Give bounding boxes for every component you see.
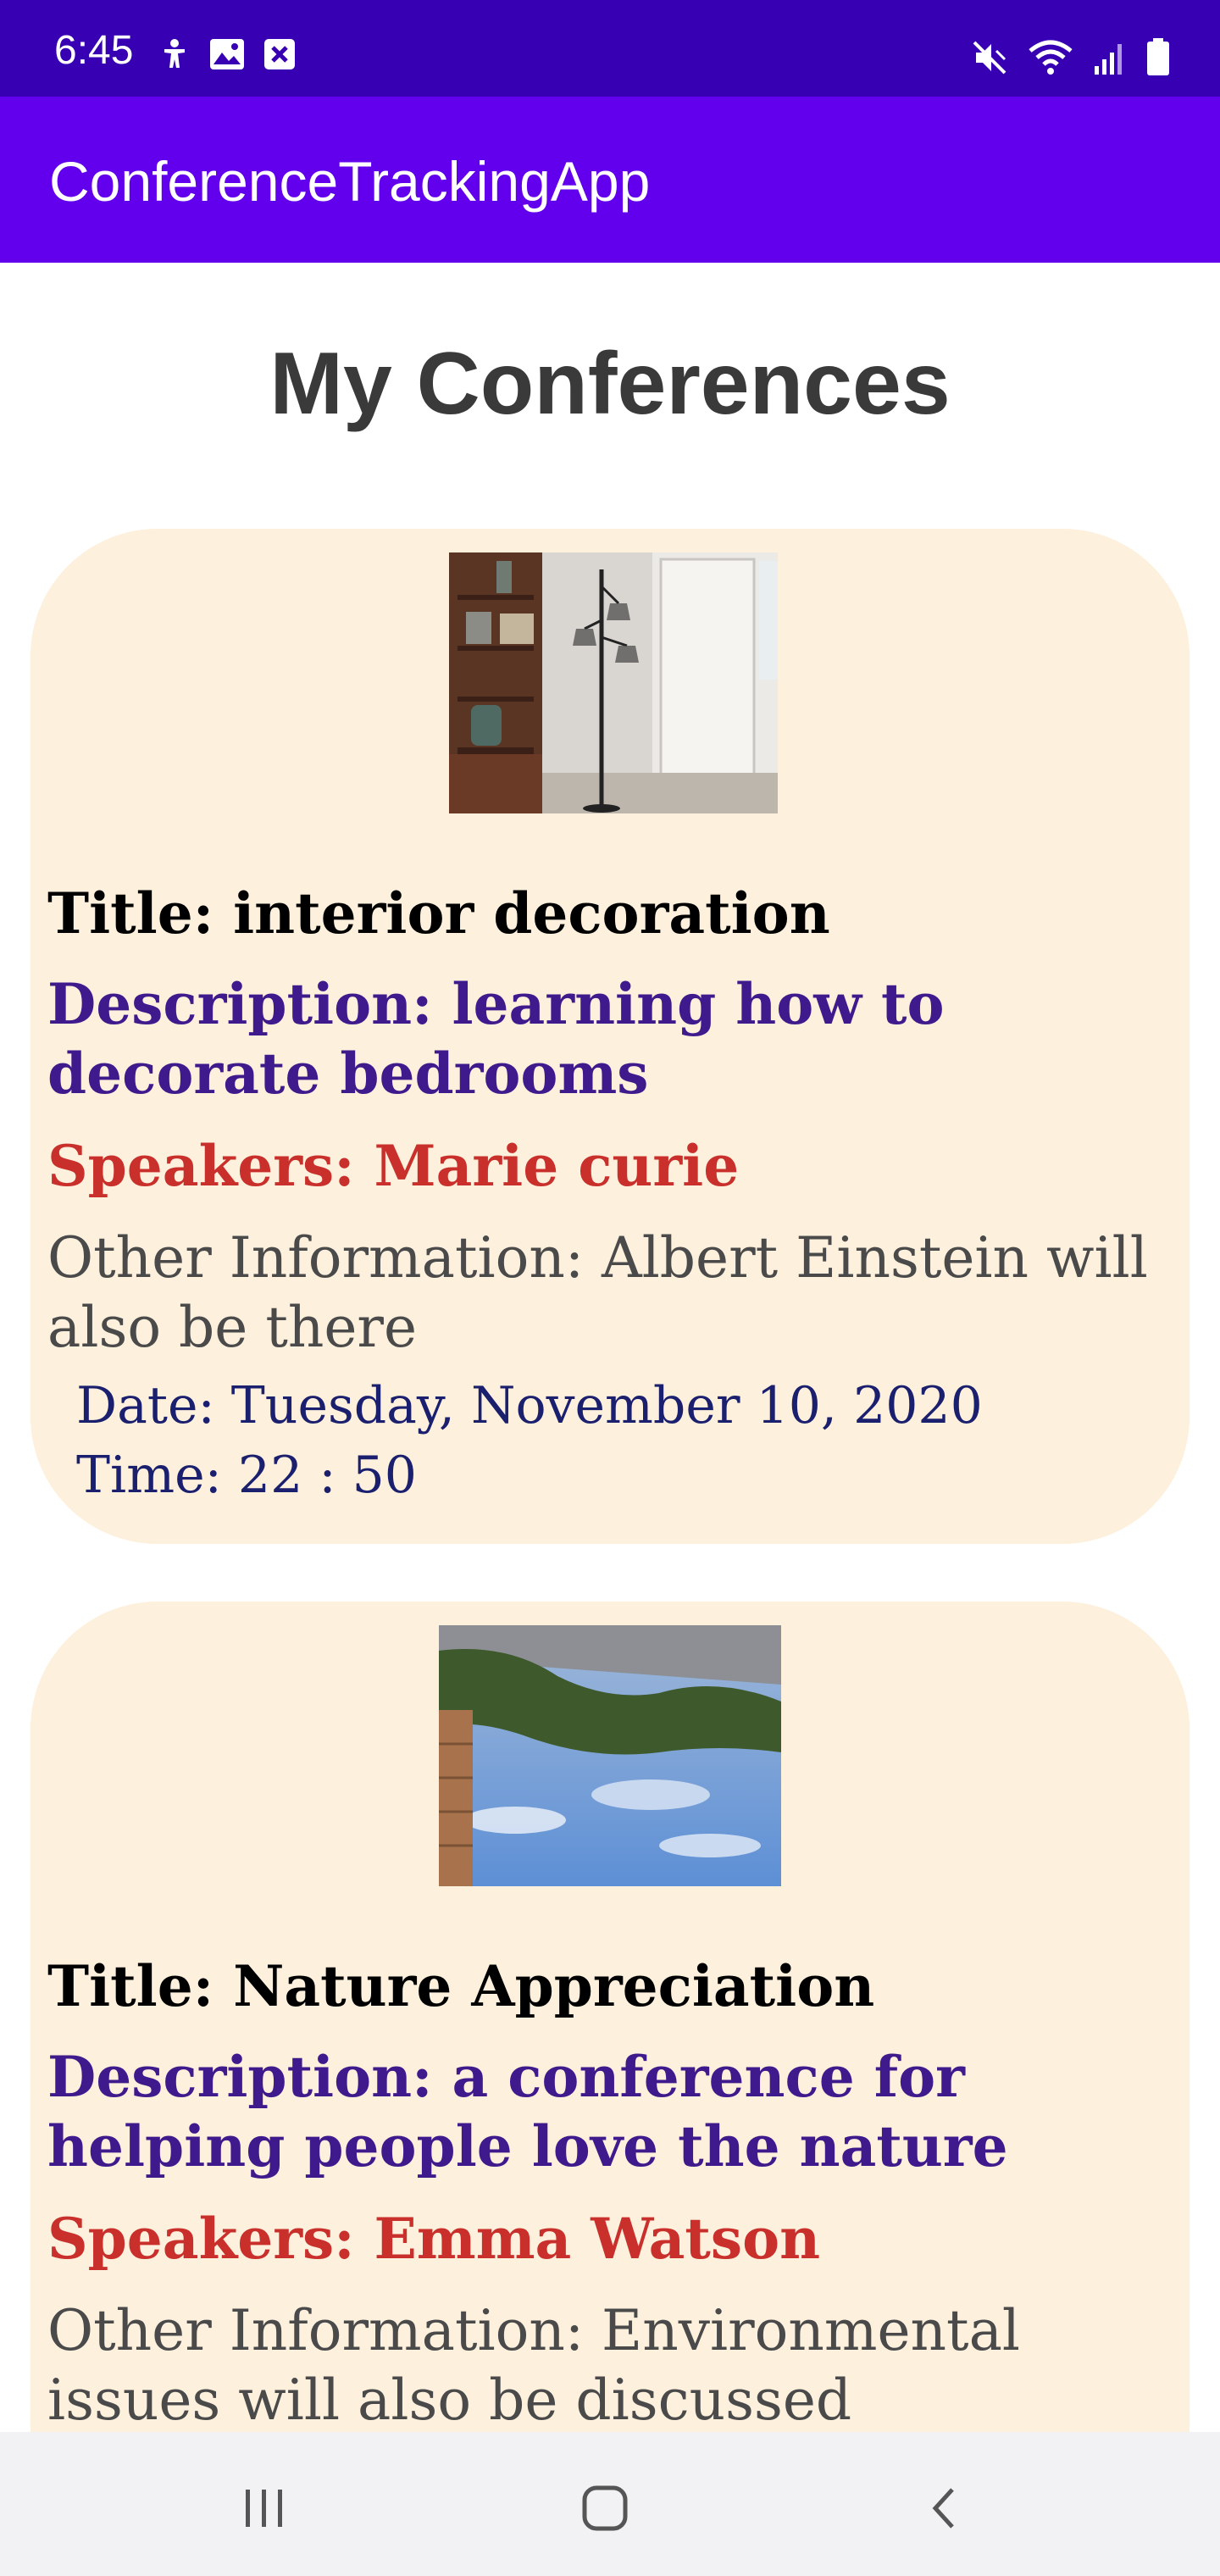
conference-speakers: Speakers: Marie curie (47, 1133, 740, 1199)
recent-apps-button[interactable] (230, 2474, 298, 2542)
recent-apps-icon (246, 2490, 282, 2527)
conference-time: Time: 22 : 50 (76, 1446, 417, 1505)
status-icons-right (971, 37, 1171, 76)
battery-icon (1147, 38, 1169, 75)
home-icon (582, 2485, 628, 2531)
conference-date: Date: Tuesday, November 10, 2020 (76, 1376, 983, 1435)
status-time: 6:45 (54, 28, 134, 73)
conference-description: Description: learning how to decorate be… (47, 971, 945, 1107)
home-button[interactable] (571, 2474, 639, 2542)
accessibility-icon (164, 39, 185, 68)
conference-other-info: Other Information: Environmental issues … (47, 2298, 1021, 2433)
close-box-icon (264, 39, 295, 69)
app-title: ConferenceTrackingApp (49, 150, 651, 213)
status-icons-left (158, 37, 297, 71)
conference-image (439, 1625, 781, 1886)
back-button[interactable] (912, 2474, 979, 2542)
status-bar: 6:45 (0, 0, 1220, 97)
conference-title: Title: Nature Appreciation (47, 1953, 875, 2019)
page-title: My Conferences (269, 335, 951, 433)
conference-image (449, 552, 778, 813)
conference-description: Description: a conference for helping pe… (47, 2044, 1008, 2179)
nature-reflection-photo (439, 1625, 781, 1886)
wifi-icon (1029, 40, 1073, 75)
image-icon (210, 39, 244, 69)
conference-other-info: Other Information: Albert Einstein will … (47, 1225, 1148, 1360)
mute-icon (973, 41, 1006, 75)
signal-icon (1095, 44, 1122, 75)
interior-room-photo (449, 552, 778, 813)
conference-title: Title: interior decoration (47, 880, 830, 947)
conference-speakers: Speakers: Emma Watson (47, 2206, 821, 2272)
conference-details: Title: Nature Appreciation Description: … (47, 1951, 1186, 2435)
app-bar: ConferenceTrackingApp (0, 97, 1220, 263)
conference-details: Title: interior decoration Description: … (47, 878, 1186, 1510)
back-icon (932, 2488, 954, 2529)
navigation-bar (0, 2432, 1220, 2576)
